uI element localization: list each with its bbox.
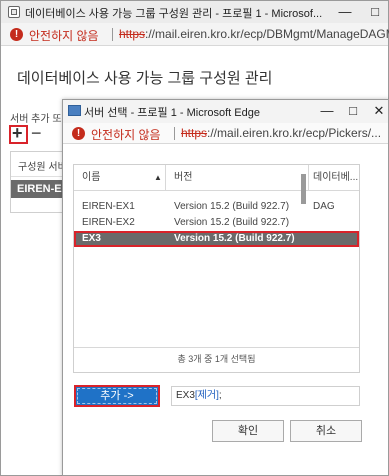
url-path: ://mail.eiren.kro.kr/ecp/DBMgmt/ManageDA… [145, 27, 389, 41]
add-server-button[interactable]: + [9, 123, 28, 144]
outer-address-bar[interactable]: ! 안전하지 않음 https://mail.eiren.kro.kr/ecp/… [1, 23, 389, 46]
maximize-icon[interactable]: □ [346, 102, 360, 120]
column-header-dag[interactable]: 데이터베... [309, 165, 361, 190]
cancel-button[interactable]: 취소 [290, 420, 362, 442]
warning-icon: ! [10, 28, 23, 41]
maximize-icon[interactable]: □ [368, 3, 382, 21]
dialog-address-bar[interactable]: ! 안전하지 않음 https://mail.eiren.kro.kr/ecp/… [63, 123, 388, 144]
not-secure-label[interactable]: 안전하지 않음 [91, 126, 161, 143]
ok-button[interactable]: 확인 [212, 420, 284, 442]
url-scheme: https [181, 126, 208, 140]
dialog-title: 서버 선택 - 프로필 1 - Microsoft Edge [84, 107, 260, 119]
grid-header: 이름 ▲ 버전 데이터베... [74, 165, 359, 191]
column-header-version[interactable]: 버전 [166, 165, 309, 190]
row-dag: DAG [313, 201, 335, 212]
dialog-titlebar: 서버 선택 - 프로필 1 - Microsoft Edge — □ ✕ [63, 100, 388, 123]
url-path: ://mail.eiren.kro.kr/ecp/Pickers/... [207, 126, 382, 140]
table-row-selected[interactable]: EX3 Version 15.2 (Build 922.7) [74, 231, 359, 247]
row-version: Version 15.2 (Build 922.7) [174, 217, 290, 228]
column-header-member-server: 구성원 서버 [18, 162, 67, 173]
outer-url[interactable]: https://mail.eiren.kro.kr/ecp/DBMgmt/Man… [119, 27, 389, 41]
select-server-dialog: 서버 선택 - 프로필 1 - Microsoft Edge — □ ✕ ! 안… [62, 99, 389, 476]
close-icon[interactable]: ✕ [372, 102, 386, 120]
selected-servers-field[interactable]: EX3[제거]; [171, 386, 360, 406]
address-divider [174, 127, 175, 140]
column-header-name[interactable]: 이름 ▲ [74, 165, 166, 190]
row-version: Version 15.2 (Build 922.7) [174, 233, 295, 244]
column-name-label: 이름 [82, 172, 101, 183]
selection-count: 총 3개 중 1개 선택됨 [74, 347, 359, 374]
table-row[interactable]: EIREN-EX1 Version 15.2 (Build 922.7) DAG [74, 199, 359, 215]
outer-titlebar: 데이터베이스 사용 가능 그룹 구성원 관리 - 프로필 1 - Microso… [1, 1, 388, 23]
separator-semicolon: ; [218, 390, 222, 401]
selected-server: EX3 [176, 390, 195, 401]
url-scheme: https [119, 27, 146, 41]
dialog-app-icon [68, 105, 81, 116]
window-icon [8, 6, 20, 18]
table-row[interactable]: EIREN-EX2 Version 15.2 (Build 922.7) [74, 215, 359, 231]
outer-window-title: 데이터베이스 사용 가능 그룹 구성원 관리 - 프로필 1 - Microso… [25, 8, 323, 20]
row-version: Version 15.2 (Build 922.7) [174, 201, 290, 212]
dialog-window-controls: — □ ✕ [320, 102, 386, 120]
dialog-url[interactable]: https://mail.eiren.kro.kr/ecp/Pickers/..… [181, 126, 381, 140]
minimize-icon[interactable]: — [320, 102, 334, 120]
add-button[interactable]: 추가 -> [74, 385, 160, 407]
outer-window-controls: — □ [338, 3, 382, 21]
scrollbar-thumb[interactable] [301, 174, 306, 204]
sort-ascending-icon: ▲ [154, 173, 162, 182]
warning-icon: ! [72, 127, 85, 140]
remove-link[interactable]: [제거] [195, 390, 219, 401]
page-title: 데이터베이스 사용 가능 그룹 구성원 관리 [17, 70, 273, 87]
server-grid: 이름 ▲ 버전 데이터베... EIREN-EX1 Version 15.2 (… [73, 164, 360, 373]
minimize-icon[interactable]: — [338, 3, 352, 21]
address-divider [112, 28, 113, 41]
plus-icon: + [12, 123, 23, 143]
row-name: EIREN-EX2 [82, 217, 135, 228]
remove-server-button[interactable]: − [31, 124, 42, 142]
row-name: EIREN-EX1 [82, 201, 135, 212]
not-secure-label[interactable]: 안전하지 않음 [29, 27, 99, 44]
row-name: EX3 [82, 233, 101, 244]
